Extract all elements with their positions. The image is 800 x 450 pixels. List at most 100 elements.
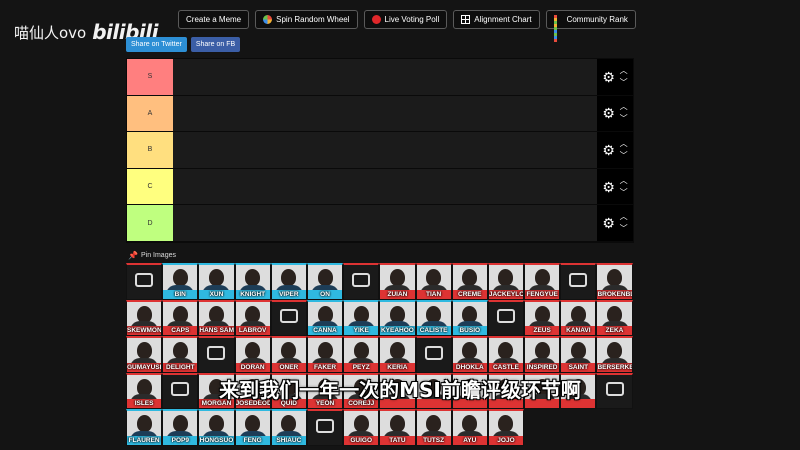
tier-label[interactable]: S bbox=[127, 59, 173, 95]
chevron-down-icon[interactable]: ﹀ bbox=[620, 225, 628, 233]
team-logo-card[interactable] bbox=[270, 299, 307, 336]
create-meme-button[interactable]: Create a Meme bbox=[178, 10, 250, 29]
chevron-down-icon[interactable]: ﹀ bbox=[620, 115, 628, 123]
player-card[interactable]: KNIGHT bbox=[234, 263, 271, 300]
team-logo-card[interactable] bbox=[560, 263, 597, 300]
player-card[interactable]: DHOKLA bbox=[451, 336, 488, 373]
player-card[interactable]: FAKER bbox=[306, 336, 344, 373]
player-card[interactable]: TIAN bbox=[415, 263, 452, 300]
player-card[interactable]: FENG bbox=[234, 409, 271, 446]
tier-label[interactable]: B bbox=[127, 132, 173, 168]
player-photo bbox=[534, 305, 550, 323]
player-card[interactable]: HANS SAMA bbox=[198, 299, 235, 336]
tier-drop-zone[interactable] bbox=[173, 205, 597, 241]
player-card[interactable]: INSPIRED bbox=[524, 336, 561, 373]
pin-images-toggle[interactable]: 📌 Pin Images bbox=[128, 251, 176, 260]
player-name: KERIA bbox=[380, 362, 415, 372]
chevron-up-icon[interactable]: ︿ bbox=[620, 66, 628, 75]
tier-drop-zone[interactable] bbox=[173, 132, 597, 168]
team-logo-card[interactable] bbox=[306, 409, 344, 446]
tier-drop-zone[interactable] bbox=[173, 59, 597, 95]
player-card[interactable]: TATU bbox=[379, 409, 416, 446]
share-facebook-button[interactable]: Share on FB bbox=[190, 37, 241, 52]
team-logo-card[interactable] bbox=[487, 299, 525, 336]
team-logo-card[interactable] bbox=[343, 263, 380, 300]
player-card[interactable]: CASTLE bbox=[487, 336, 525, 373]
team-logo-card[interactable] bbox=[126, 263, 163, 300]
player-card[interactable]: CAPS bbox=[162, 299, 199, 336]
chevron-up-icon[interactable]: ︿ bbox=[620, 213, 628, 221]
community-rank-button[interactable]: Community Rank bbox=[545, 10, 636, 42]
player-card[interactable]: GUMAYUSI bbox=[126, 336, 163, 373]
player-name: FLAUREN bbox=[127, 435, 162, 445]
player-card[interactable]: CREME bbox=[451, 263, 488, 300]
spin-wheel-label: Spin Random Wheel bbox=[276, 15, 350, 24]
player-card[interactable]: FENGYUE bbox=[524, 263, 561, 300]
player-card[interactable]: JACKEYLOVE bbox=[487, 263, 525, 300]
tier-drop-zone[interactable] bbox=[173, 168, 597, 205]
player-card[interactable]: BIN bbox=[162, 263, 199, 300]
team-logo-card[interactable] bbox=[198, 336, 235, 373]
player-card[interactable]: ONER bbox=[270, 336, 307, 373]
gear-icon[interactable]: ⚙ bbox=[602, 106, 615, 120]
tier-label[interactable]: A bbox=[127, 95, 173, 132]
player-card[interactable]: KYEAHOO bbox=[379, 299, 416, 336]
player-card[interactable]: SKEWMOND bbox=[126, 299, 163, 336]
tier-row: D ⚙ ︿ ﹀ bbox=[127, 205, 633, 242]
team-logo-card[interactable] bbox=[415, 336, 452, 373]
chevron-down-icon[interactable]: ﹀ bbox=[620, 188, 628, 197]
chevron-down-icon[interactable]: ﹀ bbox=[620, 78, 628, 87]
player-card[interactable]: TUTSZ bbox=[415, 409, 452, 446]
player-name: CALISTE bbox=[416, 326, 451, 335]
tier-row: B ⚙ ︿ ﹀ bbox=[127, 132, 633, 169]
player-card[interactable]: DELIGHT bbox=[162, 336, 199, 373]
gear-icon[interactable]: ⚙ bbox=[602, 180, 615, 194]
live-poll-button[interactable]: Live Voting Poll bbox=[363, 10, 448, 29]
player-card[interactable]: KANAVI bbox=[560, 299, 597, 336]
chevron-down-icon[interactable]: ﹀ bbox=[620, 151, 628, 160]
player-card[interactable]: ZUIAN bbox=[379, 263, 416, 300]
player-card[interactable]: JOJO bbox=[487, 409, 525, 446]
tier-drop-zone[interactable] bbox=[173, 95, 597, 132]
share-twitter-button[interactable]: Share on Twitter bbox=[126, 37, 187, 52]
player-card[interactable]: AYU bbox=[451, 409, 488, 446]
tier-row: C ⚙ ︿ ﹀ bbox=[127, 168, 633, 206]
gear-icon[interactable]: ⚙ bbox=[602, 143, 615, 157]
player-card[interactable]: CANNA bbox=[306, 299, 344, 336]
player-card[interactable]: PEYZ bbox=[343, 336, 380, 373]
chevron-up-icon[interactable]: ︿ bbox=[620, 103, 628, 111]
gear-icon[interactable]: ⚙ bbox=[602, 70, 615, 84]
player-card[interactable]: SAINT bbox=[560, 336, 597, 373]
player-card[interactable]: BUSIO bbox=[451, 299, 488, 336]
player-card[interactable]: VIPER bbox=[270, 263, 307, 300]
player-card[interactable]: FLAUREN bbox=[126, 409, 163, 446]
player-card[interactable]: XUN bbox=[198, 263, 235, 300]
player-name: TUTSZ bbox=[416, 435, 451, 445]
player-card[interactable]: BROKENBLADE bbox=[596, 263, 633, 300]
player-photo bbox=[426, 305, 442, 323]
player-card[interactable]: DORAN bbox=[234, 336, 271, 373]
player-card[interactable]: HONGSUO bbox=[198, 409, 235, 446]
player-card[interactable]: SHIAUC bbox=[270, 409, 307, 446]
tier-list-page: 喵仙人ovo bilibili Create a Meme Spin Rando… bbox=[0, 0, 800, 450]
spin-wheel-button[interactable]: Spin Random Wheel bbox=[255, 10, 358, 29]
team-emblem-icon bbox=[135, 272, 154, 287]
player-card[interactable]: POP9 bbox=[162, 409, 199, 446]
chevron-up-icon[interactable]: ︿ bbox=[620, 139, 628, 148]
tier-label[interactable]: C bbox=[127, 168, 173, 205]
player-card[interactable]: KERIA bbox=[379, 336, 416, 373]
uploader-name: 喵仙人ovo bbox=[14, 23, 87, 42]
player-card[interactable]: LABROV bbox=[234, 299, 271, 336]
gear-icon[interactable]: ⚙ bbox=[602, 216, 615, 230]
player-card[interactable]: ON bbox=[306, 263, 344, 300]
chevron-up-icon[interactable]: ︿ bbox=[620, 176, 628, 185]
player-card[interactable]: GUIGO bbox=[343, 409, 380, 446]
tier-label[interactable]: D bbox=[127, 205, 173, 241]
player-card[interactable]: CALISTE bbox=[415, 299, 452, 336]
player-card[interactable]: ZEKA bbox=[596, 299, 633, 336]
player-card[interactable]: YIKE bbox=[343, 299, 380, 336]
player-card[interactable]: ZEUS bbox=[524, 299, 561, 336]
player-card[interactable]: BERSERKER bbox=[596, 336, 633, 373]
alignment-chart-button[interactable]: Alignment Chart bbox=[453, 10, 540, 29]
player-photo bbox=[570, 342, 586, 359]
